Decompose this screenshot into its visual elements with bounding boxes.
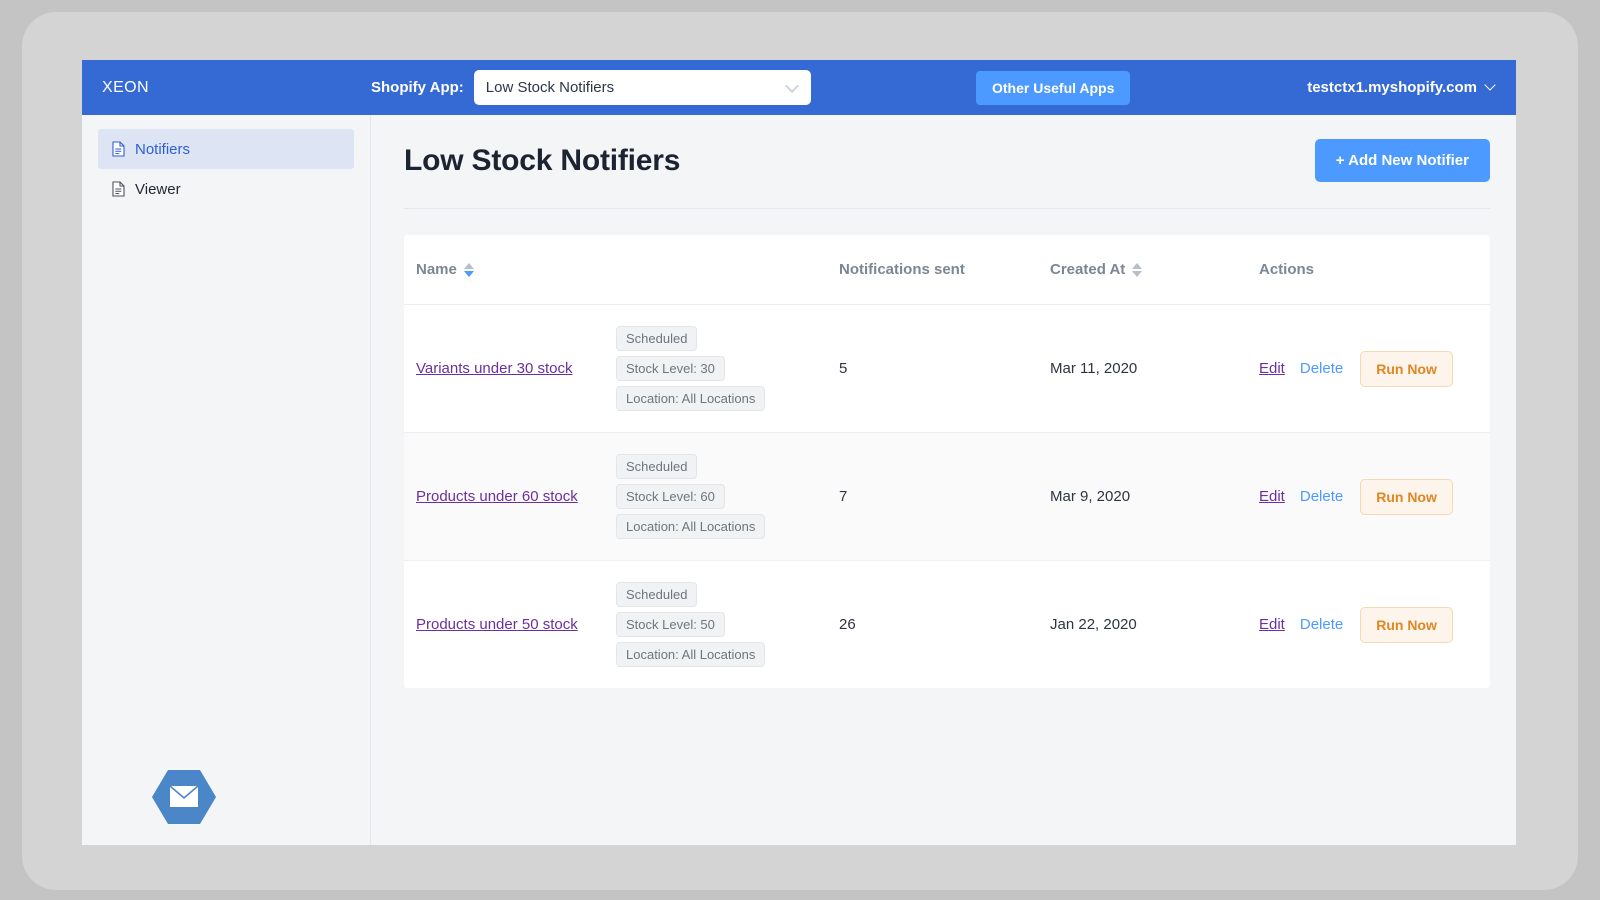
sidebar: Notifiers Viewer (82, 115, 371, 845)
document-icon (112, 181, 125, 197)
edit-link[interactable]: Edit (1259, 360, 1285, 377)
sidebar-item-label: Viewer (135, 180, 181, 198)
table-header: Name Notifications sent Created At Actio… (404, 235, 1490, 305)
column-header-label: Notifications sent (839, 261, 965, 278)
chevron-down-icon (1484, 78, 1496, 91)
app-window: XEON Shopify App: Low Stock Notifiers Ot… (82, 60, 1516, 845)
run-now-button[interactable]: Run Now (1360, 350, 1453, 387)
column-header-label: Created At (1050, 261, 1126, 278)
page-header: Low Stock Notifiers + Add New Notifier (404, 139, 1490, 209)
column-header-name[interactable]: Name (404, 235, 839, 305)
tag-schedule: Scheduled (616, 454, 698, 479)
page-title: Low Stock Notifiers (404, 143, 681, 177)
table-body: Variants under 30 stock Scheduled Stock … (404, 305, 1490, 689)
main-content: Low Stock Notifiers + Add New Notifier N… (371, 115, 1516, 845)
cell-created-at: Mar 9, 2020 (1050, 488, 1131, 505)
run-now-button[interactable]: Run Now (1360, 478, 1453, 515)
notifier-tags: Scheduled Stock Level: 50 Location: All … (616, 582, 766, 667)
column-header-notifications-sent: Notifications sent (839, 235, 1050, 305)
column-header-actions: Actions (1259, 235, 1490, 305)
sidebar-item-notifiers[interactable]: Notifiers (98, 129, 354, 169)
cell-name: Variants under 30 stock Scheduled Stock … (404, 305, 839, 433)
run-now-button[interactable]: Run Now (1360, 606, 1453, 643)
cell-created-at: Jan 22, 2020 (1050, 616, 1137, 633)
tag-schedule: Scheduled (616, 326, 698, 351)
column-header-label: Actions (1259, 261, 1315, 278)
column-header-label: Name (416, 261, 457, 278)
cell-name: Products under 50 stock Scheduled Stock … (404, 561, 839, 689)
shopify-app-select-value: Low Stock Notifiers (485, 79, 615, 96)
shop-domain-label: testctx1.myshopify.com (1307, 79, 1477, 96)
notifier-name-link[interactable]: Variants under 30 stock (416, 360, 616, 377)
edit-link[interactable]: Edit (1259, 616, 1285, 633)
cell-notifications-sent: 7 (839, 488, 848, 505)
cell-notifications-sent: 5 (839, 360, 848, 377)
delete-link[interactable]: Delete (1300, 488, 1343, 505)
app-body: Notifiers Viewer Low Stock Notifiers + A… (82, 115, 1516, 845)
sidebar-item-viewer[interactable]: Viewer (98, 169, 354, 209)
window-frame: XEON Shopify App: Low Stock Notifiers Ot… (22, 12, 1578, 890)
top-navigation-bar: XEON Shopify App: Low Stock Notifiers Ot… (82, 60, 1516, 115)
envelope-hexagon-icon (152, 769, 216, 825)
notifiers-table: Name Notifications sent Created At Actio… (404, 235, 1490, 688)
notifier-name-link[interactable]: Products under 60 stock (416, 488, 616, 505)
table-row: Variants under 30 stock Scheduled Stock … (404, 305, 1490, 433)
cell-notifications-sent: 26 (839, 616, 856, 633)
sidebar-item-label: Notifiers (135, 140, 191, 158)
tag-stock-level: Stock Level: 50 (616, 612, 725, 637)
add-new-notifier-button[interactable]: + Add New Notifier (1314, 139, 1490, 182)
shopify-app-selector-group: Shopify App: Low Stock Notifiers (371, 70, 811, 105)
sort-icon-created-at[interactable] (1132, 262, 1143, 277)
cell-actions: Edit Delete Run Now (1259, 433, 1490, 561)
shop-domain-menu[interactable]: testctx1.myshopify.com (1307, 78, 1496, 96)
brand-logo-text: XEON (102, 78, 149, 96)
tag-stock-level: Stock Level: 30 (616, 356, 725, 381)
edit-link[interactable]: Edit (1259, 488, 1285, 505)
cell-name: Products under 60 stock Scheduled Stock … (404, 433, 839, 561)
shopify-app-select[interactable]: Low Stock Notifiers (473, 70, 811, 105)
sort-icon-name[interactable] (463, 262, 474, 277)
tag-location: Location: All Locations (616, 386, 766, 411)
tag-stock-level: Stock Level: 60 (616, 484, 725, 509)
tag-schedule: Scheduled (616, 582, 698, 607)
other-useful-apps-button[interactable]: Other Useful Apps (976, 70, 1131, 105)
cell-actions: Edit Delete Run Now (1259, 305, 1490, 433)
cell-created-at: Mar 11, 2020 (1050, 360, 1138, 377)
delete-link[interactable]: Delete (1300, 616, 1343, 633)
shopify-app-label: Shopify App: (371, 79, 464, 96)
table-row: Products under 50 stock Scheduled Stock … (404, 561, 1490, 689)
table-row: Products under 60 stock Scheduled Stock … (404, 432, 1490, 561)
notifier-tags: Scheduled Stock Level: 60 Location: All … (616, 454, 766, 539)
cell-actions: Edit Delete Run Now (1259, 561, 1490, 689)
notifier-name-link[interactable]: Products under 50 stock (416, 616, 616, 633)
notifiers-table-card: Name Notifications sent Created At Actio… (404, 235, 1490, 688)
tag-location: Location: All Locations (616, 642, 766, 667)
tag-location: Location: All Locations (616, 514, 766, 539)
delete-link[interactable]: Delete (1300, 360, 1343, 377)
notifier-tags: Scheduled Stock Level: 30 Location: All … (616, 326, 766, 411)
chevron-down-icon (784, 78, 799, 93)
column-header-created-at[interactable]: Created At (1050, 235, 1259, 305)
document-icon (112, 141, 125, 157)
table-header-row: Name Notifications sent Created At Actio… (404, 235, 1490, 305)
